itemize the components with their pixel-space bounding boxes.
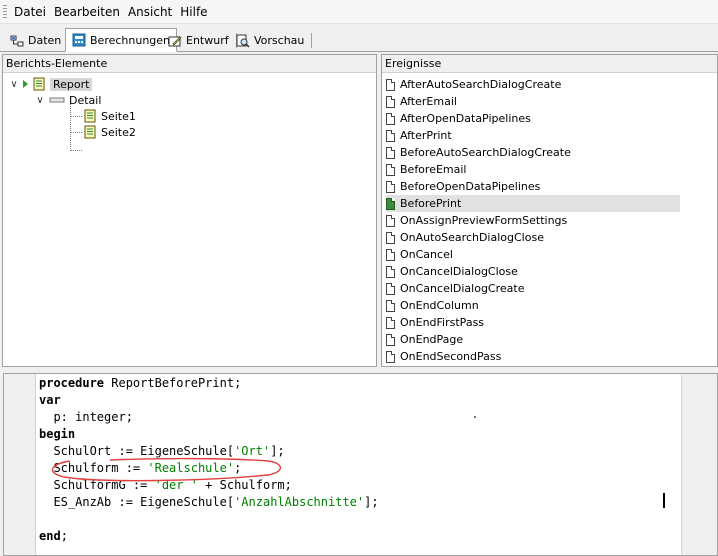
event-page-icon — [386, 248, 395, 261]
event-item[interactable]: OnEndFirstPass — [386, 314, 680, 331]
event-page-icon — [386, 214, 395, 227]
tree-label-seite1: Seite1 — [101, 109, 136, 123]
event-page-icon — [386, 180, 395, 193]
event-item[interactable]: AfterOpenDataPipelines — [386, 110, 680, 127]
event-page-active-icon — [386, 197, 395, 210]
band-icon — [49, 93, 65, 107]
menu-bar: Datei Bearbeiten Ansicht Hilfe — [0, 0, 718, 24]
event-page-icon — [386, 299, 395, 312]
editor-vertical-scrollbar[interactable] — [681, 374, 717, 555]
tab-vorschau-label: Vorschau — [254, 34, 305, 47]
event-item-selected[interactable]: BeforePrint — [386, 195, 680, 212]
report-page-icon — [83, 109, 97, 123]
events-list: AfterAutoSearchDialogCreate AfterEmail A… — [382, 73, 717, 366]
event-item[interactable]: OnCancel — [386, 246, 680, 263]
data-tree-icon — [10, 34, 24, 48]
tab-daten[interactable]: Daten — [4, 30, 70, 51]
calculator-icon — [72, 33, 86, 47]
tree-label-seite2: Seite2 — [101, 125, 136, 139]
events-panel: Ereignisse AfterAutoSearchDialogCreate A… — [381, 54, 718, 367]
code-line-3: p: integer; — [39, 410, 133, 424]
text-caret — [663, 493, 665, 508]
code-line-7: SchulformG := 'der ' + Schulform; — [39, 478, 292, 492]
event-item[interactable]: AfterPrint — [386, 127, 680, 144]
report-elements-panel: Berichts-Elemente ∨ Report ∨ Detail Seit… — [2, 54, 377, 367]
event-page-icon — [386, 146, 395, 159]
event-item[interactable]: BeforeAutoSearchDialogCreate — [386, 144, 680, 161]
menu-hilfe[interactable]: Hilfe — [177, 0, 212, 24]
event-item[interactable]: BeforeEmail — [386, 161, 680, 178]
report-elements-header: Berichts-Elemente — [3, 55, 376, 73]
menu-ansicht[interactable]: Ansicht — [125, 0, 177, 24]
report-icon — [32, 77, 46, 91]
code-line-5: SchulOrt := EigeneSchule['Ort']; — [39, 444, 285, 458]
event-item[interactable]: OnAutoSearchDialogClose — [386, 229, 680, 246]
chevron-down-icon[interactable]: ∨ — [9, 79, 19, 90]
menu-bearbeiten[interactable]: Bearbeiten — [51, 0, 125, 24]
event-item[interactable]: OnEndColumn — [386, 297, 680, 314]
event-page-icon — [386, 78, 395, 91]
tree-item-seite2[interactable]: Seite2 — [83, 124, 136, 140]
event-item[interactable]: OnCancelDialogClose — [386, 263, 680, 280]
design-pencil-icon — [168, 34, 182, 48]
event-item[interactable]: BeforeOpenDataPipelines — [386, 178, 680, 195]
tab-berechnungen-label: Berechnungen — [90, 33, 171, 47]
event-page-icon — [386, 112, 395, 125]
stray-dot — [474, 416, 476, 418]
tab-daten-label: Daten — [28, 34, 62, 47]
code-line-2: var — [39, 393, 61, 407]
event-page-icon — [386, 129, 395, 142]
tree-item-seite1[interactable]: Seite1 — [83, 108, 136, 124]
chevron-down-icon[interactable]: ∨ — [35, 95, 45, 106]
event-page-icon — [386, 231, 395, 244]
event-item[interactable]: OnCancelDialogCreate — [386, 280, 680, 297]
code-line-1: procedure ReportBeforePrint; — [39, 376, 242, 390]
editor-gutter — [4, 374, 36, 555]
event-page-icon — [386, 95, 395, 108]
code-line-6: Schulform := 'Realschule'; — [39, 461, 242, 475]
event-page-icon — [386, 163, 395, 176]
event-item[interactable]: OnEndSecondPass — [386, 348, 680, 365]
code-line-10: end; — [39, 529, 68, 543]
tree-item-report[interactable]: ∨ Report — [9, 76, 93, 92]
report-page-icon — [83, 125, 97, 139]
tab-vorschau[interactable]: Vorschau — [230, 30, 313, 51]
play-marker-icon — [23, 80, 28, 88]
event-page-icon — [386, 316, 395, 329]
tab-bar: Daten Berechnungen Entwurf Vorschau — [0, 24, 718, 52]
event-item[interactable]: OnAssignPreviewFormSettings — [386, 212, 680, 229]
tab-berechnungen[interactable]: Berechnungen — [65, 28, 178, 52]
tree-item-detail[interactable]: ∨ Detail — [35, 92, 101, 108]
tab-entwurf[interactable]: Entwurf — [162, 30, 237, 51]
menu-datei[interactable]: Datei — [11, 0, 51, 24]
events-header: Ereignisse — [382, 55, 717, 73]
tree-label-detail: Detail — [69, 93, 102, 107]
code-editor[interactable]: procedure ReportBeforePrint; var p: inte… — [3, 373, 718, 556]
code-line-8: ES_AnzAb := EigeneSchule['AnzahlAbschnit… — [39, 495, 379, 509]
event-page-icon — [386, 350, 395, 363]
menu-grip[interactable] — [3, 4, 7, 19]
tab-entwurf-label: Entwurf — [186, 34, 229, 47]
event-page-icon — [386, 282, 395, 295]
preview-magnifier-icon — [236, 34, 250, 48]
code-line-4: begin — [39, 427, 76, 441]
report-tree: ∨ Report ∨ Detail Seite1 Seite2 — [3, 73, 376, 363]
event-item[interactable]: AfterEmail — [386, 93, 680, 110]
event-item[interactable]: OnEndPage — [386, 331, 680, 348]
event-page-icon — [386, 333, 395, 346]
event-page-icon — [386, 265, 395, 278]
event-item[interactable]: AfterAutoSearchDialogCreate — [386, 76, 680, 93]
tree-label-report: Report — [50, 77, 93, 91]
